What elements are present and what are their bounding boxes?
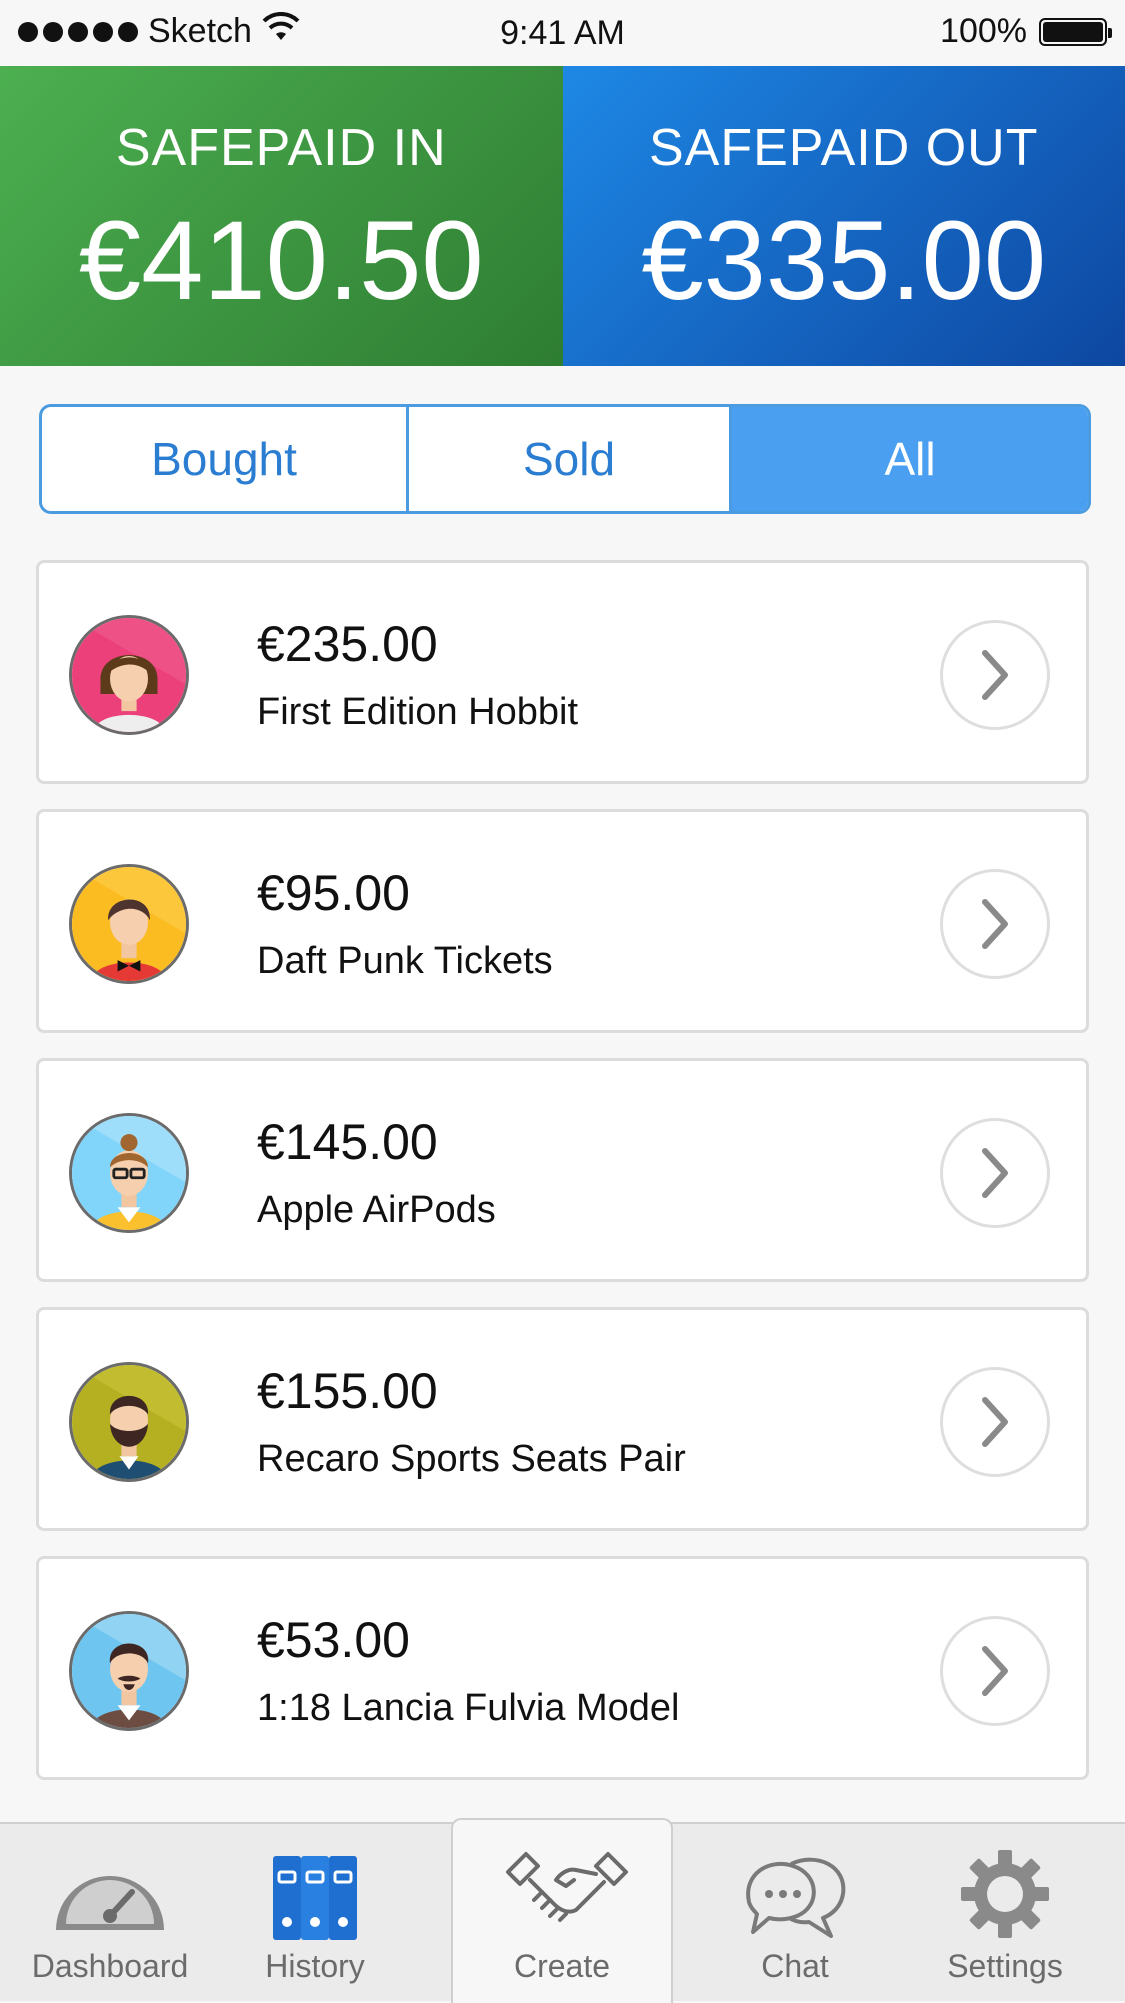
safepaid-in-amount: €410.50 — [0, 196, 563, 325]
list-item[interactable]: €145.00 Apple AirPods — [36, 1058, 1089, 1282]
filter-segmented-control: Bought Sold All — [39, 404, 1091, 514]
item-title: 1:18 Lancia Fulvia Model — [257, 1687, 679, 1730]
item-title: Recaro Sports Seats Pair — [257, 1438, 686, 1481]
tab-chat-label: Chat — [720, 1948, 870, 1985]
segment-all[interactable]: All — [729, 407, 1088, 511]
tab-dashboard-label: Dashboard — [0, 1948, 220, 1985]
speedometer-icon — [50, 1844, 170, 1944]
chat-bubbles-icon — [735, 1844, 855, 1944]
tab-history-label: History — [230, 1948, 400, 1985]
list-item[interactable]: €235.00 First Edition Hobbit — [36, 560, 1089, 784]
man-bowtie-avatar-icon — [69, 864, 189, 984]
item-title: Apple AirPods — [257, 1189, 496, 1232]
chevron-right-icon[interactable] — [940, 1616, 1050, 1726]
safepaid-in-label: SAFEPAID IN — [0, 118, 563, 178]
safepaid-out-amount: €335.00 — [563, 196, 1125, 325]
balance-summary: SAFEPAID IN €410.50 SAFEPAID OUT €335.00 — [0, 66, 1125, 366]
chevron-right-icon[interactable] — [940, 1367, 1050, 1477]
status-bar: Sketch 9:41 AM 100% — [0, 0, 1125, 66]
bearded-man-avatar-icon — [69, 1362, 189, 1482]
item-title: Daft Punk Tickets — [257, 940, 553, 983]
item-price: €235.00 — [257, 615, 438, 673]
tab-dashboard[interactable]: Dashboard — [0, 1824, 220, 2003]
woman-avatar-icon — [69, 615, 189, 735]
segment-bought[interactable]: Bought — [42, 407, 406, 511]
tab-chat[interactable]: Chat — [720, 1824, 870, 2003]
chevron-right-icon[interactable] — [940, 620, 1050, 730]
chevron-right-icon[interactable] — [940, 869, 1050, 979]
tab-history[interactable]: History — [230, 1824, 400, 2003]
status-right: 100% — [940, 12, 1107, 51]
item-title: First Edition Hobbit — [257, 691, 578, 734]
transaction-list: €235.00 First Edition Hobbit €95.00 Daft… — [36, 560, 1089, 1805]
woman-glasses-avatar-icon — [69, 1113, 189, 1233]
tab-settings-label: Settings — [905, 1948, 1105, 1985]
item-price: €53.00 — [257, 1611, 410, 1669]
list-item[interactable]: €95.00 Daft Punk Tickets — [36, 809, 1089, 1033]
list-item[interactable]: €53.00 1:18 Lancia Fulvia Model — [36, 1556, 1089, 1780]
safepaid-out-panel[interactable]: SAFEPAID OUT €335.00 — [563, 66, 1125, 366]
battery-percent: 100% — [940, 12, 1027, 51]
gear-icon — [945, 1844, 1065, 1944]
segment-sold[interactable]: Sold — [406, 407, 729, 511]
safepaid-in-panel[interactable]: SAFEPAID IN €410.50 — [0, 66, 563, 366]
bottom-tab-bar: Dashboard History — [0, 1822, 1125, 2001]
item-price: €155.00 — [257, 1362, 438, 1420]
tab-create[interactable]: Create — [451, 1818, 673, 2003]
list-item[interactable]: €155.00 Recaro Sports Seats Pair — [36, 1307, 1089, 1531]
item-price: €95.00 — [257, 864, 410, 922]
chevron-right-icon[interactable] — [940, 1118, 1050, 1228]
binders-icon — [255, 1844, 375, 1944]
handshake-icon — [502, 1844, 622, 1944]
mustache-man-avatar-icon — [69, 1611, 189, 1731]
tab-settings[interactable]: Settings — [905, 1824, 1105, 2003]
battery-icon — [1039, 18, 1107, 46]
safepaid-out-label: SAFEPAID OUT — [563, 118, 1125, 178]
item-price: €145.00 — [257, 1113, 438, 1171]
tab-create-label: Create — [453, 1948, 671, 1985]
